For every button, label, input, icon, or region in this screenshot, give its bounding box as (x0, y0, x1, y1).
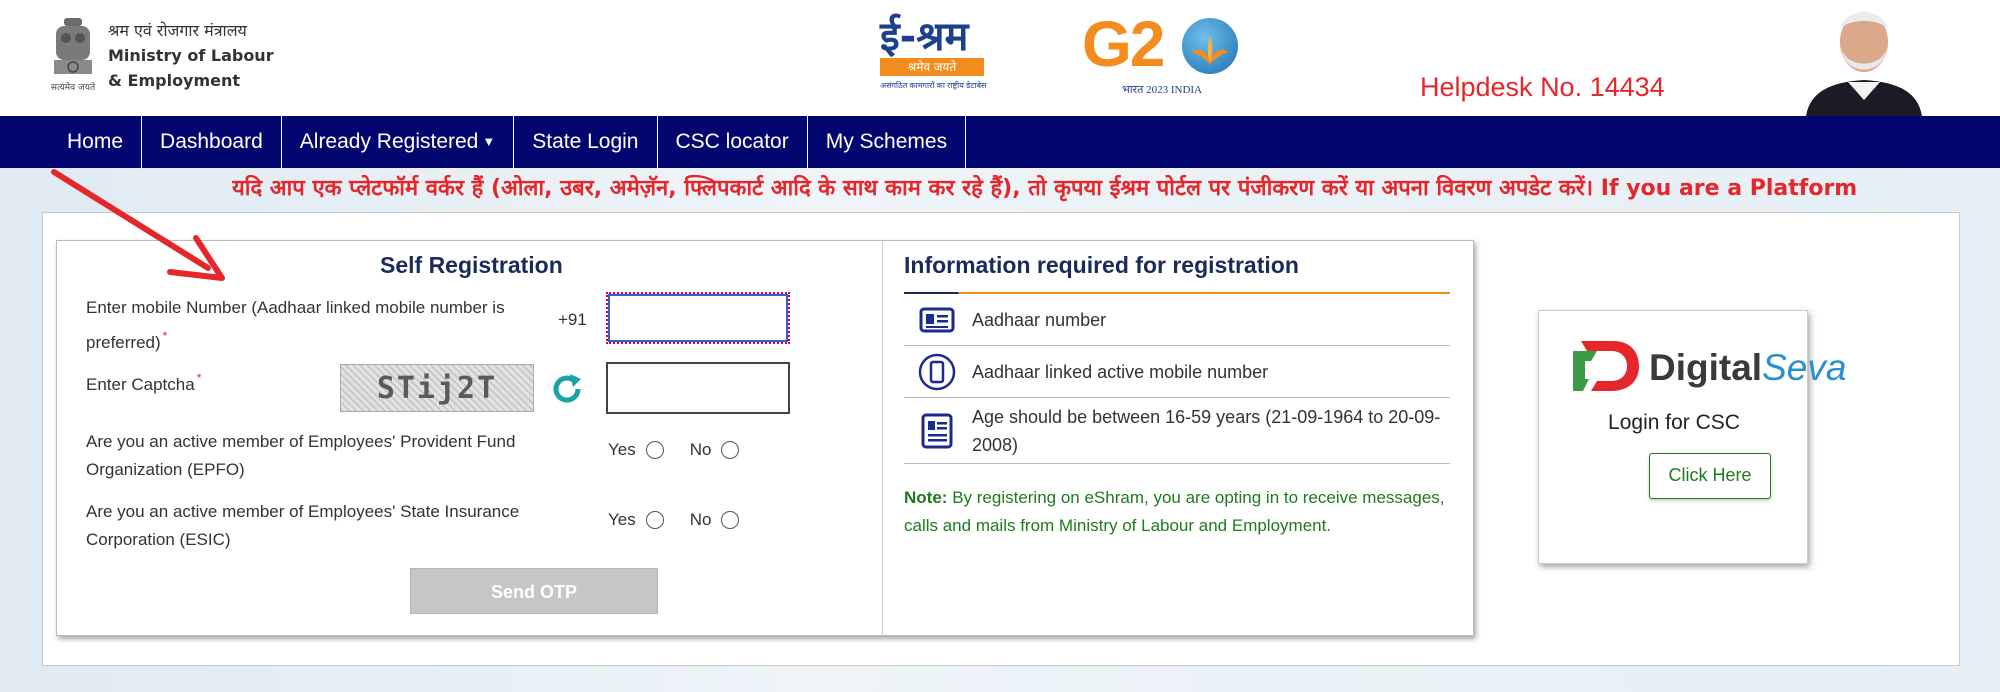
id-badge-icon (921, 413, 953, 448)
info-item-age-line1: Age should be between 16-59 years (21-09… (972, 406, 1441, 427)
epfo-question-line1: Are you an active member of Employees' P… (86, 432, 516, 451)
captcha-input[interactable] (606, 362, 790, 414)
required-asterisk: * (196, 371, 202, 385)
prime-minister-photo (1796, 0, 1932, 116)
mobile-number-label-line1: Enter mobile Number (Aadhaar linked mobi… (86, 298, 505, 317)
epfo-no-label: No (689, 440, 712, 459)
epfo-radio-group: Yes No (608, 440, 765, 460)
mobile-phone-icon (918, 353, 956, 390)
g20-logo-subtitle: भारत 2023 INDIA (1122, 84, 1203, 96)
send-otp-button[interactable]: Send OTP (410, 568, 658, 614)
eshram-logo: ई-श्रम श्रमेव जयते असंगठित कामगारों का र… (880, 14, 1000, 100)
note-text-line2: calls and mails from Ministry of Labour … (904, 516, 1332, 535)
self-registration-title: Self Registration (380, 252, 563, 278)
emblem-motto: सत्यमेव जयते (51, 81, 96, 93)
ministry-name-hindi: श्रम एवं रोजगार मंत्रालय (108, 21, 247, 40)
info-item-age-line2: 2008) (972, 434, 1019, 455)
eshram-logo-subtitle: असंगठित कामगारों का राष्ट्रीय डेटाबेस (880, 81, 987, 90)
card-divider (882, 240, 883, 636)
info-item-age: Age should be between 16-59 years (21-09… (904, 398, 1450, 464)
nav-state-login[interactable]: State Login (514, 116, 658, 168)
info-required-title: Information required for registration (904, 252, 1299, 278)
nav-csc-locator-label: CSC locator (675, 130, 789, 153)
id-card-icon (919, 307, 955, 332)
mobile-number-input[interactable] (606, 292, 790, 344)
red-arrow-annotation (51, 169, 225, 281)
csc-click-here-button[interactable]: Click Here (1649, 453, 1771, 499)
csc-login-text: Login for CSC (1608, 411, 1740, 434)
required-asterisk: * (162, 329, 168, 343)
g20-logo: G2 भारत 2023 INDIA (1082, 12, 1252, 98)
epfo-no-radio[interactable] (721, 441, 740, 459)
captcha-image: STij2T (340, 364, 534, 412)
note-label: Note: (904, 488, 948, 507)
registration-note: Note: By registering on eShram, you are … (904, 484, 1450, 540)
captcha-label-text: Enter Captcha (86, 375, 195, 394)
refresh-captcha-icon[interactable] (548, 370, 586, 408)
nav-csc-locator[interactable]: CSC locator (658, 116, 808, 168)
nav-my-schemes-label: My Schemes (825, 130, 948, 153)
note-text-line1: By registering on eShram, you are opting… (952, 488, 1445, 507)
nav-dashboard[interactable]: Dashboard (142, 116, 282, 168)
epfo-yes-radio[interactable] (645, 441, 664, 459)
ministry-name-line1: Ministry of Labour (108, 46, 274, 65)
esic-question-line1: Are you an active member of Employees' S… (86, 502, 520, 521)
g20-globe-icon (1182, 18, 1238, 74)
announcement-marquee: यदि आप एक प्लेटफॉर्म वर्कर हैं (ओला, उबर… (232, 176, 1858, 201)
csc-login-card: DigitalSeva Login for CSC Click Here (1538, 310, 1846, 564)
info-item-mobile: Aadhaar linked active mobile number (904, 346, 1450, 398)
epfo-question-label: Are you an active member of Employees' P… (86, 428, 515, 484)
info-item-aadhaar-text: Aadhaar number (972, 309, 1107, 330)
mobile-number-label-line2: preferred) (86, 333, 161, 352)
eshram-logo-bar: श्रमेव जयते (880, 58, 984, 76)
esic-no-radio[interactable] (721, 511, 740, 529)
esic-yes-radio[interactable] (645, 511, 664, 529)
digital-seva-logo: DigitalSeva (1567, 335, 1846, 397)
info-item-age-text: Age should be between 16-59 years (21-09… (972, 403, 1440, 459)
info-item-aadhaar: Aadhaar number (904, 294, 1450, 346)
digital-seva-logo-text: DigitalSeva (1649, 347, 1847, 388)
nav-already-registered-dropdown[interactable]: Already Registered ▼ (282, 116, 515, 168)
info-item-mobile-text: Aadhaar linked active mobile number (972, 361, 1269, 382)
ministry-name-line2: & Employment (108, 71, 241, 90)
epfo-yes-label: Yes (608, 440, 636, 459)
eshram-logo-text: ई-श्रम (880, 14, 969, 60)
esic-question-label: Are you an active member of Employees' S… (86, 498, 519, 554)
nav-state-login-label: State Login (532, 130, 639, 153)
national-emblem-icon: सत्यमेव जयते (51, 18, 96, 93)
esic-radio-group: Yes No (608, 510, 765, 530)
digital-seva-logo-icon (1573, 341, 1639, 391)
ministry-name: श्रम एवं रोजगार मंत्रालय Ministry of Lab… (108, 18, 274, 93)
nav-dashboard-label: Dashboard (160, 130, 263, 153)
nav-home[interactable]: Home (48, 116, 143, 168)
site-header: सत्यमेव जयते श्रम एवं रोजगार मंत्रालय Mi… (0, 0, 2000, 116)
caret-down-icon: ▼ (482, 134, 496, 149)
nav-my-schemes[interactable]: My Schemes (808, 116, 967, 168)
epfo-question-line2: Organization (EPFO) (86, 460, 245, 479)
captcha-label: Enter Captcha * (86, 364, 201, 399)
country-code-prefix: +91 (558, 310, 587, 329)
esic-yes-label: Yes (608, 510, 636, 529)
esic-question-line2: Corporation (ESIC) (86, 530, 231, 549)
helpdesk-number: Helpdesk No. 14434 (1420, 72, 1665, 102)
nav-already-registered-label: Already Registered (299, 130, 479, 153)
nav-home-label: Home (67, 130, 124, 153)
main-navbar: Home Dashboard Already Registered ▼ State… (0, 116, 2000, 168)
esic-no-label: No (689, 510, 712, 529)
mobile-number-label: Enter mobile Number (Aadhaar linked mobi… (86, 294, 505, 357)
